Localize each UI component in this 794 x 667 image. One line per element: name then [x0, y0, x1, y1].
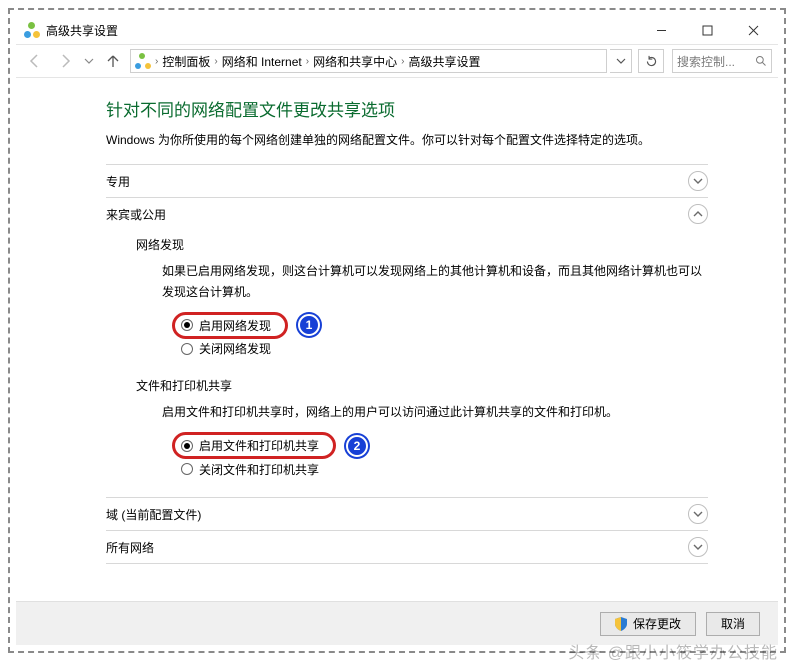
save-button-label: 保存更改: [633, 615, 681, 632]
radio-file-printer-off-label: 关闭文件和打印机共享: [199, 461, 319, 478]
radio-network-discovery-off[interactable]: [181, 343, 193, 355]
chevron-right-icon: ›: [155, 56, 158, 67]
footer: 保存更改 取消: [16, 601, 778, 645]
breadcrumb[interactable]: › 控制面板 › 网络和 Internet › 网络和共享中心 › 高级共享设置: [130, 49, 607, 73]
network-discovery-explain: 如果已启用网络发现，则这台计算机可以发现网络上的其他计算机和设备，而且其他网络计…: [162, 261, 708, 302]
recent-dropdown[interactable]: [82, 48, 96, 74]
navbar: › 控制面板 › 网络和 Internet › 网络和共享中心 › 高级共享设置…: [16, 44, 778, 78]
refresh-button[interactable]: [638, 49, 664, 73]
radio-network-discovery-off-label: 关闭网络发现: [199, 340, 271, 357]
breadcrumb-dropdown[interactable]: [610, 49, 632, 73]
minimize-button[interactable]: [638, 16, 684, 44]
file-printer-explain: 启用文件和打印机共享时，网络上的用户可以访问通过此计算机共享的文件和打印机。: [162, 402, 708, 422]
annotation-badge-2: 2: [346, 435, 368, 457]
radio-file-printer-off[interactable]: [181, 463, 193, 475]
content-area: 针对不同的网络配置文件更改共享选项 Windows 为你所使用的每个网络创建单独…: [16, 78, 778, 601]
section-all-networks[interactable]: 所有网络: [106, 530, 708, 564]
app-icon: [24, 22, 40, 38]
search-icon: [755, 55, 767, 67]
titlebar: 高级共享设置: [16, 16, 778, 44]
up-button[interactable]: [100, 48, 126, 74]
page-description: Windows 为你所使用的每个网络创建单独的网络配置文件。你可以针对每个配置文…: [106, 131, 708, 150]
group-network-discovery: 网络发现 如果已启用网络发现，则这台计算机可以发现网络上的其他计算机和设备，而且…: [136, 236, 708, 359]
cancel-button-label: 取消: [721, 615, 745, 632]
chevron-up-icon[interactable]: [688, 204, 708, 224]
highlight-1: 启用网络发现: [172, 312, 288, 339]
crumb-control-panel[interactable]: 控制面板: [162, 53, 210, 70]
network-discovery-title: 网络发现: [136, 236, 708, 253]
radio-file-printer-on[interactable]: [181, 440, 193, 452]
back-button[interactable]: [22, 48, 48, 74]
annotation-badge-1: 1: [298, 314, 320, 336]
forward-button[interactable]: [52, 48, 78, 74]
section-guest-label: 来宾或公用: [106, 206, 166, 223]
window-title: 高级共享设置: [46, 22, 118, 39]
chevron-down-icon[interactable]: [688, 504, 708, 524]
save-button[interactable]: 保存更改: [600, 612, 696, 636]
search-input[interactable]: 搜索控制...: [672, 49, 772, 73]
chevron-down-icon[interactable]: [688, 171, 708, 191]
section-all-label: 所有网络: [106, 539, 154, 556]
chevron-right-icon: ›: [306, 56, 309, 67]
chevron-down-icon[interactable]: [688, 537, 708, 557]
crumb-network-internet[interactable]: 网络和 Internet: [222, 53, 302, 70]
chevron-right-icon: ›: [401, 56, 404, 67]
maximize-button[interactable]: [684, 16, 730, 44]
control-panel-icon: [135, 53, 151, 69]
radio-network-discovery-on[interactable]: [181, 319, 193, 331]
search-placeholder: 搜索控制...: [677, 53, 735, 70]
crumb-network-center[interactable]: 网络和共享中心: [313, 53, 397, 70]
shield-icon: [615, 617, 627, 631]
chevron-right-icon: ›: [214, 56, 217, 67]
window: 高级共享设置 ›: [16, 16, 778, 645]
page-heading: 针对不同的网络配置文件更改共享选项: [106, 96, 708, 121]
section-domain[interactable]: 域 (当前配置文件): [106, 497, 708, 530]
radio-file-printer-on-label: 启用文件和打印机共享: [199, 437, 319, 454]
close-button[interactable]: [730, 16, 776, 44]
section-domain-label: 域 (当前配置文件): [106, 506, 201, 523]
crumb-advanced-sharing[interactable]: 高级共享设置: [408, 53, 480, 70]
section-private[interactable]: 专用: [106, 164, 708, 197]
highlight-2: 启用文件和打印机共享: [172, 432, 336, 459]
section-private-label: 专用: [106, 173, 130, 190]
group-file-printer: 文件和打印机共享 启用文件和打印机共享时，网络上的用户可以访问通过此计算机共享的…: [136, 377, 708, 479]
file-printer-title: 文件和打印机共享: [136, 377, 708, 394]
radio-network-discovery-on-label: 启用网络发现: [199, 317, 271, 334]
section-guest[interactable]: 来宾或公用: [106, 197, 708, 230]
cancel-button[interactable]: 取消: [706, 612, 760, 636]
